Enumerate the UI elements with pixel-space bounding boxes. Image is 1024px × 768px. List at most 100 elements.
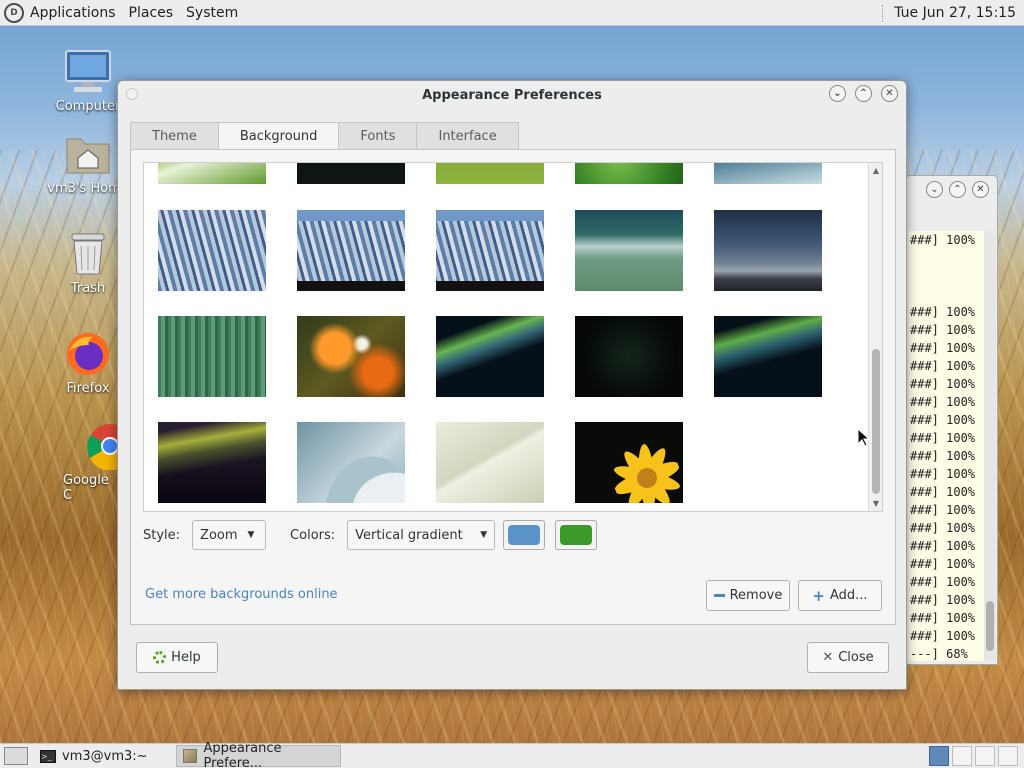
clock[interactable]: Tue Jun 27, 15:15 (894, 5, 1016, 21)
wallpaper-thumbnail[interactable] (714, 316, 822, 397)
wallpaper-thumbnail[interactable] (297, 210, 405, 291)
trash-icon (64, 230, 112, 278)
primary-color-button[interactable] (503, 520, 546, 550)
wallpaper-thumbnail[interactable] (436, 163, 544, 184)
terminal-output[interactable]: ###] 100% ###] 100% ###] 100% ###] 100% … (908, 231, 986, 661)
dropdown-arrow-icon: ▼ (247, 530, 255, 540)
home-folder-icon (64, 130, 112, 178)
help-icon (153, 651, 167, 664)
terminal-window[interactable]: ⌄ ⌃ ✕ ###] 100% ###] 100% ###] 100% ###]… (905, 175, 998, 665)
scroll-up-icon[interactable]: ▲ (869, 166, 882, 175)
wallpaper-thumbnail[interactable] (575, 316, 683, 397)
help-button[interactable]: Help (136, 642, 218, 673)
terminal-line: ###] 100% (910, 431, 976, 445)
tab-bar: Theme Background Fonts Interface (130, 122, 519, 150)
terminal-line: ###] 100% (910, 395, 976, 409)
window-menu-icon[interactable] (126, 88, 138, 100)
show-desktop-icon[interactable] (4, 747, 28, 765)
terminal-line: ###] 100% (910, 539, 976, 553)
terminal-line: ###] 100% (910, 341, 976, 355)
mouse-cursor-icon (857, 428, 871, 447)
style-combo[interactable]: Zoom ▼ (192, 520, 267, 550)
terminal-line: ###] 100% (910, 557, 976, 571)
terminal-line: ###] 100% (910, 323, 976, 337)
dropdown-arrow-icon: ▼ (480, 530, 488, 540)
chrome-icon (86, 422, 120, 470)
terminal-line: ###] 100% (910, 377, 976, 391)
terminal-line: ###] 100% (910, 575, 976, 589)
terminal-titlebar[interactable]: ⌄ ⌃ ✕ (906, 176, 997, 202)
wallpaper-thumbnail[interactable] (436, 316, 544, 397)
firefox-icon (64, 330, 112, 378)
wallpaper-thumbnail[interactable] (436, 422, 544, 503)
tab-interface[interactable]: Interface (416, 122, 519, 150)
colors-value: Vertical gradient (355, 527, 463, 543)
close-icon[interactable]: ✕ (881, 85, 898, 102)
tab-theme[interactable]: Theme (130, 122, 219, 150)
maximize-icon[interactable]: ⌃ (949, 180, 966, 198)
gallery-scrollbar[interactable]: ▲ ▼ (868, 163, 882, 511)
wallpaper-thumbnail[interactable] (575, 163, 683, 184)
menu-applications[interactable]: Applications (30, 5, 116, 21)
workspace-4[interactable] (998, 746, 1018, 766)
wallpaper-thumbnail[interactable] (158, 163, 266, 184)
dialog-titlebar[interactable]: Appearance Preferences ⌄ ⌃ ✕ (118, 81, 906, 110)
distro-logo-icon[interactable]: D (4, 2, 24, 23)
minimize-icon[interactable]: ⌄ (829, 85, 846, 102)
terminal-line: ###] 100% (910, 449, 976, 463)
panel-separator (882, 4, 884, 21)
add-button[interactable]: + Add... (798, 580, 882, 611)
close-icon: ✕ (822, 650, 834, 665)
appearance-icon (182, 749, 198, 763)
wallpaper-thumbnail[interactable] (714, 163, 822, 184)
menu-places[interactable]: Places (129, 5, 174, 21)
terminal-icon: >_ (40, 749, 56, 763)
wallpaper-gallery[interactable]: ▲ ▼ (143, 162, 883, 512)
wallpaper-thumbnail[interactable] (575, 422, 683, 503)
terminal-line: ---] 68% (910, 647, 968, 661)
bottom-taskbar: >_ vm3@vm3:~ Appearance Prefere... (0, 741, 1024, 768)
primary-color-swatch (508, 525, 541, 545)
terminal-line: ###] 100% (910, 611, 976, 625)
scrollbar-thumb[interactable] (986, 601, 994, 651)
flower-icon (614, 444, 680, 503)
wallpaper-thumbnail[interactable] (297, 163, 405, 184)
wallpaper-thumbnail[interactable] (714, 210, 822, 291)
workspace-1[interactable] (929, 746, 949, 766)
appearance-preferences-dialog[interactable]: Appearance Preferences ⌄ ⌃ ✕ Theme Backg… (117, 80, 907, 690)
taskbar-item-terminal[interactable]: >_ vm3@vm3:~ (34, 745, 154, 767)
colors-combo[interactable]: Vertical gradient ▼ (347, 520, 496, 550)
terminal-line: ###] 100% (910, 593, 976, 607)
close-button[interactable]: ✕ Close (807, 642, 889, 673)
terminal-line: ###] 100% (910, 485, 976, 499)
desktop-icon-chrome[interactable]: Google C (50, 422, 120, 503)
terminal-scrollbar[interactable] (984, 231, 996, 661)
wallpaper-thumbnail[interactable] (158, 210, 266, 291)
tab-fonts[interactable]: Fonts (338, 122, 418, 150)
get-more-backgrounds-link[interactable]: Get more backgrounds online (145, 587, 338, 602)
wallpaper-thumbnail[interactable] (297, 316, 405, 397)
maximize-icon[interactable]: ⌃ (855, 85, 872, 102)
terminal-line: ###] 100% (910, 233, 976, 247)
style-label: Style: (143, 527, 181, 543)
minimize-icon[interactable]: ⌄ (926, 180, 943, 198)
close-icon[interactable]: ✕ (972, 180, 989, 198)
taskbar-item-appearance[interactable]: Appearance Prefere... (175, 741, 341, 768)
style-value: Zoom (200, 527, 238, 543)
remove-button[interactable]: Remove (706, 580, 790, 611)
terminal-line: ###] 100% (910, 413, 976, 427)
wallpaper-thumbnail[interactable] (436, 210, 544, 291)
workspace-3[interactable] (975, 746, 995, 766)
secondary-color-button[interactable] (555, 520, 598, 550)
wallpaper-thumbnail[interactable] (575, 210, 683, 291)
workspace-2[interactable] (952, 746, 972, 766)
scrollbar-thumb[interactable] (872, 349, 880, 494)
tab-background[interactable]: Background (217, 122, 340, 150)
wallpaper-thumbnail[interactable] (297, 422, 405, 503)
menu-system[interactable]: System (186, 5, 238, 21)
wallpaper-thumbnail[interactable] (158, 422, 266, 503)
wallpaper-thumbnail[interactable] (158, 316, 266, 397)
scroll-down-icon[interactable]: ▼ (869, 499, 882, 508)
